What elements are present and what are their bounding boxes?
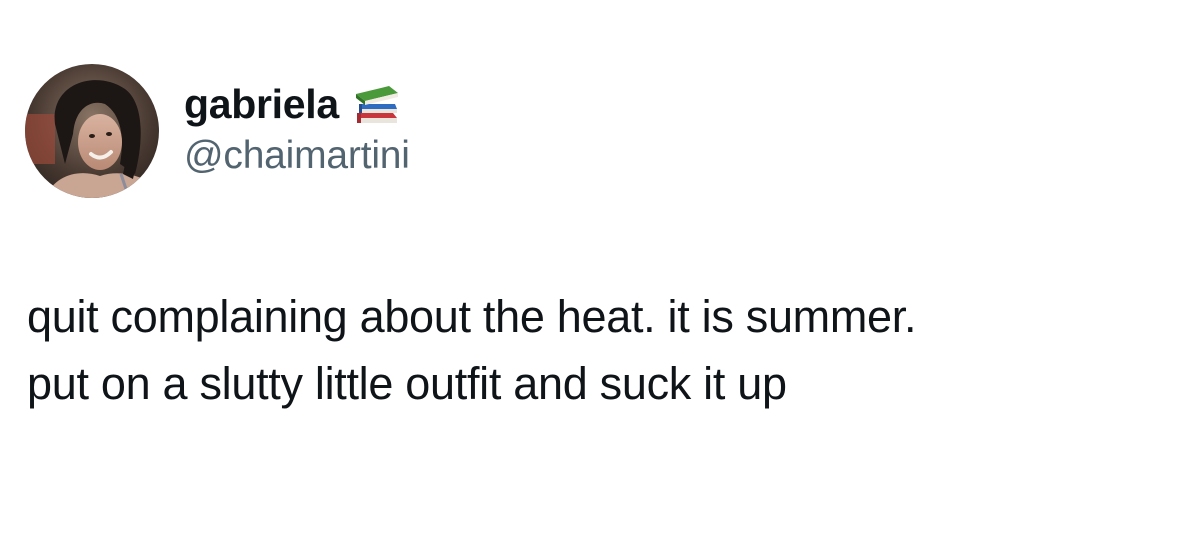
display-name[interactable]: gabriela [184,81,339,128]
tweet-text: quit complaining about the heat. it is s… [27,283,1147,417]
tweet-text-line: quit complaining about the heat. it is s… [27,291,917,342]
user-handle[interactable]: @chaimartini [184,134,410,178]
author-info: gabriela @chaimartini [184,78,410,178]
name-row: gabriela [184,78,410,130]
tweet-card: gabriela @chaimartini quit complaining a… [0,0,1179,537]
avatar-photo [25,64,159,198]
avatar[interactable] [25,64,159,198]
books-icon [353,83,401,125]
tweet-text-line: put on a slutty little outfit and suck i… [27,358,787,409]
